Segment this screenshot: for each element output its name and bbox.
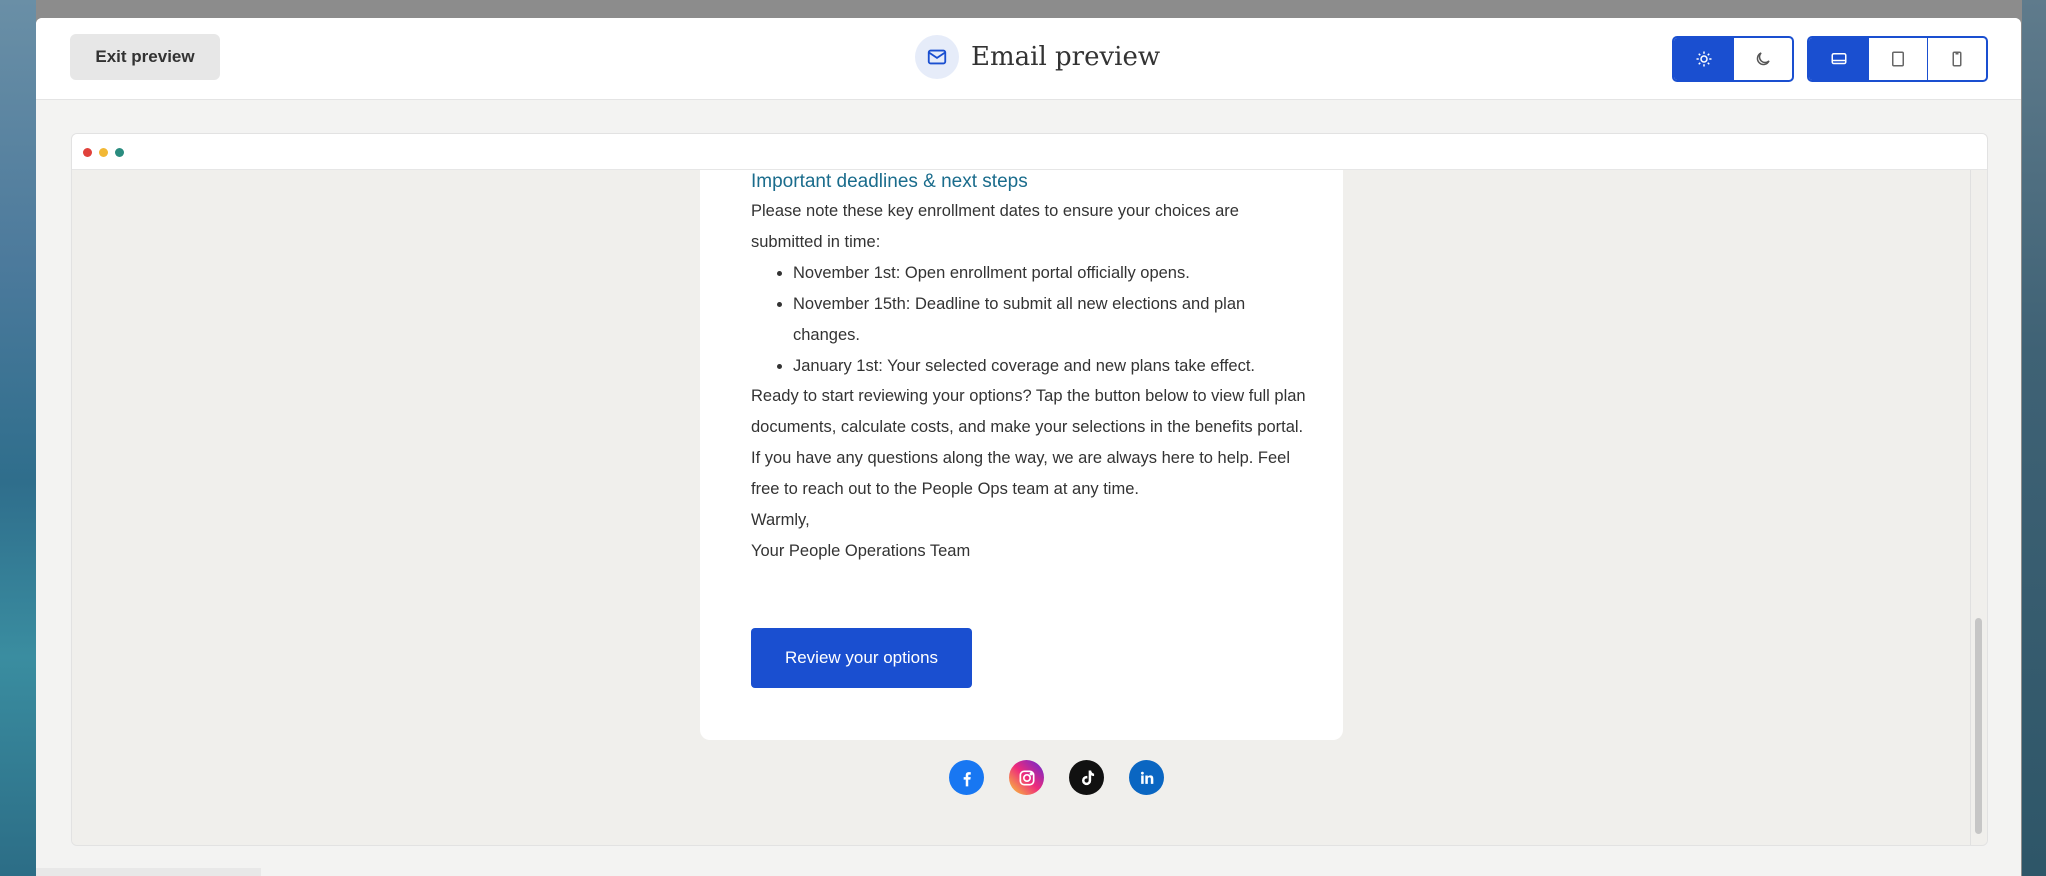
signature: Your People Operations Team xyxy=(751,541,971,560)
review-options-button[interactable]: Review your options xyxy=(751,628,972,688)
desktop-icon xyxy=(1831,53,1846,65)
mobile-icon xyxy=(1952,51,1962,67)
email-body: Important deadlines & next steps Please … xyxy=(751,168,1311,567)
bottom-strip xyxy=(36,868,261,876)
device-toggle xyxy=(1807,36,1988,82)
email-preview-modal: Exit preview Email preview Important dea… xyxy=(36,18,2021,876)
deadline-date: January 1st: xyxy=(793,356,883,375)
linkedin-icon[interactable] xyxy=(1129,760,1164,795)
deadline-item: November 15th: Deadline to submit all ne… xyxy=(793,289,1311,351)
window-titlebar xyxy=(72,134,1987,170)
facebook-icon[interactable] xyxy=(949,760,984,795)
page-title: Email preview xyxy=(971,42,1161,72)
sun-icon xyxy=(1696,51,1711,67)
desktop-background-right xyxy=(2022,0,2046,876)
tablet-icon xyxy=(1892,51,1904,67)
exit-preview-button[interactable]: Exit preview xyxy=(70,34,220,80)
desktop-view-button[interactable] xyxy=(1809,38,1868,80)
desktop-background-left xyxy=(0,0,36,876)
social-links xyxy=(949,760,1164,795)
intro-paragraph: Please note these key enrollment dates t… xyxy=(751,202,1239,251)
instagram-icon[interactable] xyxy=(1009,760,1044,795)
mail-icon xyxy=(915,35,959,79)
deadline-item: January 1st: Your selected coverage and … xyxy=(793,351,1311,382)
review-paragraph: Ready to start reviewing your options? T… xyxy=(751,387,1306,437)
deadline-text: Your selected coverage and new plans tak… xyxy=(882,356,1256,375)
deadline-text: Open enrollment portal officially opens. xyxy=(900,263,1190,282)
scrollbar-thumb[interactable] xyxy=(1975,618,1982,834)
preview-header: Exit preview Email preview xyxy=(36,18,2021,100)
moon-icon xyxy=(1756,52,1770,66)
tiktok-icon[interactable] xyxy=(1069,760,1104,795)
light-mode-button[interactable] xyxy=(1674,38,1733,80)
tablet-view-button[interactable] xyxy=(1868,38,1927,80)
deadline-date: November 15th: xyxy=(793,294,911,313)
section-heading: Important deadlines & next steps xyxy=(751,171,1028,192)
questions-paragraph: If you have any questions along the way,… xyxy=(751,449,1291,499)
deadline-item: November 1st: Open enrollment portal off… xyxy=(793,258,1311,289)
dark-mode-button[interactable] xyxy=(1733,38,1792,80)
window-minimize-dot xyxy=(99,148,108,157)
deadline-date: November 1st: xyxy=(793,263,901,282)
theme-toggle xyxy=(1672,36,1794,82)
window-close-dot xyxy=(83,148,92,157)
email-card: Important deadlines & next steps Please … xyxy=(700,170,1343,740)
window-zoom-dot xyxy=(115,148,124,157)
mobile-view-button[interactable] xyxy=(1927,38,1986,80)
deadline-list: November 1st: Open enrollment portal off… xyxy=(751,258,1311,382)
preview-frame: Important deadlines & next steps Please … xyxy=(71,133,1988,846)
signoff: Warmly, xyxy=(751,511,810,530)
preview-title: Email preview xyxy=(915,34,1160,80)
scrollbar[interactable] xyxy=(1970,170,1987,845)
email-canvas: Important deadlines & next steps Please … xyxy=(72,170,1971,845)
